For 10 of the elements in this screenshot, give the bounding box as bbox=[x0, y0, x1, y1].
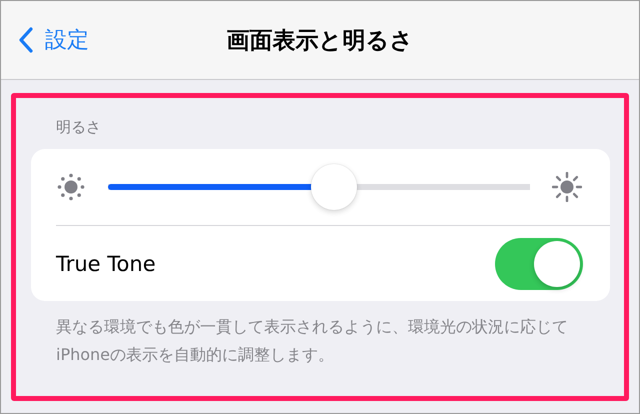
slider-thumb[interactable] bbox=[311, 164, 358, 210]
bright-sun-icon bbox=[552, 172, 582, 202]
dim-sun-icon bbox=[56, 172, 86, 202]
section-header: 明るさ bbox=[56, 118, 101, 137]
screen-title: 画面表示と明るさ bbox=[226, 26, 414, 56]
true-tone-label: True Tone bbox=[56, 252, 156, 276]
chevron-left-icon bbox=[19, 27, 33, 53]
back-button[interactable]: 設定 bbox=[15, 21, 93, 59]
footer-description: 異なる環境でも色が一貫して表示されるように、環境光の状況に応じてiPhoneの表示を自動的に調整します。 bbox=[56, 316, 569, 366]
true-tone-switch[interactable] bbox=[495, 238, 583, 290]
